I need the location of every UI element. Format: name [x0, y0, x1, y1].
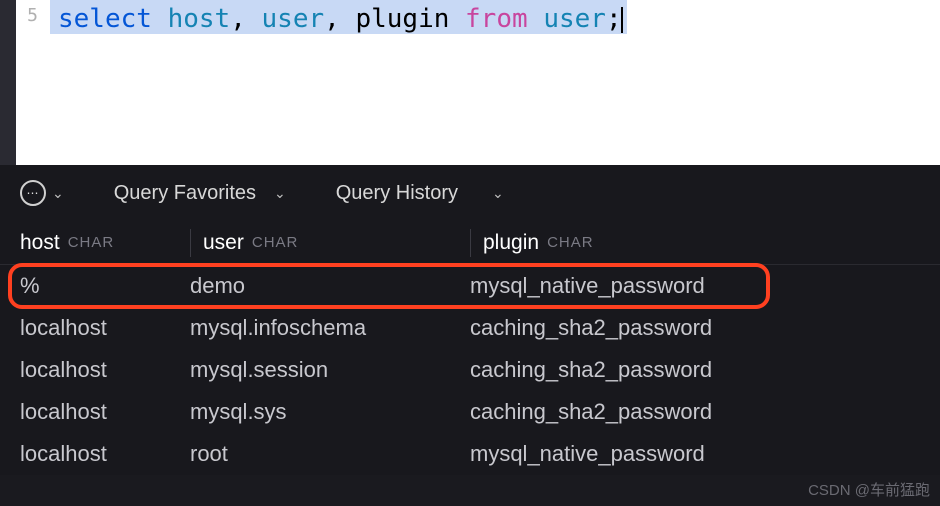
results-header-row: host CHAR user CHAR plugin CHAR: [0, 221, 940, 265]
results-toolbar: ⋯ ⌄ Query Favorites ⌄ Query History ⌄: [0, 165, 940, 221]
query-history-dropdown[interactable]: Query History ⌄: [306, 182, 504, 205]
keyword-select: select: [58, 4, 152, 34]
cell-plugin: caching_sha2_password: [470, 357, 940, 383]
code-content[interactable]: select host, user, plugin from user;: [50, 0, 627, 165]
cell-host: %: [20, 273, 190, 299]
text-cursor: [621, 7, 623, 33]
query-history-label: Query History: [336, 182, 458, 205]
cell-user: root: [190, 441, 470, 467]
chevron-down-icon: ⌄: [274, 185, 286, 202]
sql-editor[interactable]: 5 select host, user, plugin from user;: [0, 0, 940, 165]
ident-user-table: user: [543, 4, 606, 34]
more-options-button[interactable]: ⋯ ⌄: [20, 180, 64, 206]
sql-statement[interactable]: select host, user, plugin from user;: [50, 0, 627, 34]
cell-user: mysql.sys: [190, 399, 470, 425]
column-header-user[interactable]: user CHAR: [190, 229, 470, 257]
cell-plugin: mysql_native_password: [470, 273, 940, 299]
cell-plugin: caching_sha2_password: [470, 399, 940, 425]
cell-user: mysql.session: [190, 357, 470, 383]
query-favorites-label: Query Favorites: [114, 182, 256, 205]
ident-plugin: plugin: [355, 4, 449, 34]
table-row[interactable]: localhost mysql.session caching_sha2_pas…: [0, 349, 940, 391]
cell-plugin: mysql_native_password: [470, 441, 940, 467]
table-row[interactable]: localhost mysql.infoschema caching_sha2_…: [0, 307, 940, 349]
table-row[interactable]: localhost mysql.sys caching_sha2_passwor…: [0, 391, 940, 433]
ident-user: user: [262, 4, 325, 34]
cell-host: localhost: [20, 441, 190, 467]
query-favorites-dropdown[interactable]: Query Favorites ⌄: [84, 182, 286, 205]
ident-host: host: [168, 4, 231, 34]
table-row[interactable]: % demo mysql_native_password: [0, 265, 940, 307]
editor-left-edge: [0, 0, 16, 165]
watermark-text: CSDN @车前猛跑: [808, 479, 930, 500]
cell-user: demo: [190, 273, 470, 299]
column-header-host[interactable]: host CHAR: [20, 229, 190, 257]
results-body: % demo mysql_native_password localhost m…: [0, 265, 940, 475]
cell-host: localhost: [20, 357, 190, 383]
keyword-from: from: [465, 4, 528, 34]
cell-host: localhost: [20, 399, 190, 425]
table-row[interactable]: localhost root mysql_native_password: [0, 433, 940, 475]
chevron-down-icon: ⌄: [492, 185, 504, 202]
cell-plugin: caching_sha2_password: [470, 315, 940, 341]
column-header-plugin[interactable]: plugin CHAR: [470, 229, 940, 257]
cell-host: localhost: [20, 315, 190, 341]
chevron-down-icon: ⌄: [52, 185, 64, 202]
cell-user: mysql.infoschema: [190, 315, 470, 341]
ellipsis-icon: ⋯: [20, 180, 46, 206]
